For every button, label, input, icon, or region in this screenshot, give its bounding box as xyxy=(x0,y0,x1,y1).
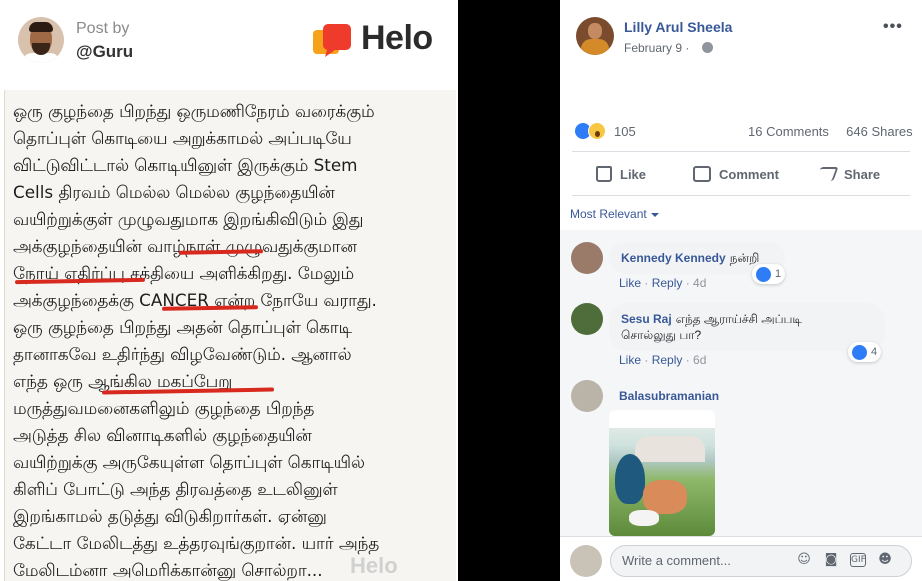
paper-text-line: ஒரு குழந்தை பிறந்து ஒருமணிநேரம் வரைக்கும… xyxy=(13,101,375,121)
share-label: Share xyxy=(844,166,881,182)
commenter-name[interactable]: Balasubramanian xyxy=(619,389,719,403)
comment-text-line2: சொல்லுது பா? xyxy=(621,328,702,342)
author-avatar[interactable] xyxy=(576,17,614,55)
comment-reaction-count: 4 xyxy=(871,346,878,358)
paper-text-line: கிளிப் போட்டு அந்த திரவத்தை உடலினுள் xyxy=(13,479,338,499)
wow-reaction-icon xyxy=(588,122,606,140)
comment-image[interactable] xyxy=(609,410,715,536)
gif-icon[interactable]: GIF xyxy=(850,553,866,567)
comment-time[interactable]: 6d xyxy=(693,353,706,367)
commenter-name[interactable]: Kennedy Kennedy xyxy=(621,251,726,265)
like-reaction-icon xyxy=(756,266,771,282)
current-user-avatar xyxy=(570,545,602,577)
divider xyxy=(572,195,910,196)
paper-text-line: வயிற்றுக்குள் முழுவதுமாக இறங்கிவிடும் இத… xyxy=(13,209,364,229)
paper-text-line: அக்குழந்தையின் வாழ்நாள் முழுவதுக்குமான xyxy=(13,236,357,256)
paper-text-line: மருத்துவமனைகளிலும் குழந்தை பிறந்த xyxy=(13,398,315,418)
write-comment-bar: Write a comment... ☺ ◙ GIF ☻ xyxy=(560,536,922,581)
author-name[interactable]: Lilly Arul Sheela xyxy=(624,19,732,35)
more-options-icon[interactable]: ••• xyxy=(883,18,903,36)
shares-count[interactable]: 646 Shares xyxy=(846,124,913,139)
commenter-avatar[interactable] xyxy=(571,242,603,274)
share-button[interactable]: Share xyxy=(815,158,881,190)
caret-down-icon xyxy=(650,212,659,217)
share-icon xyxy=(815,167,839,181)
post-by-label: Post by xyxy=(76,20,130,37)
helo-logo-icon xyxy=(313,24,351,57)
text-paper: ஒரு குழந்தை பிறந்து ஒருமணிநேரம் வரைக்கும… xyxy=(4,90,456,581)
emoji-icon[interactable]: ☺ xyxy=(796,552,812,568)
comment-like-link[interactable]: Like xyxy=(619,276,641,290)
paper-text-line: Cells திரவம் மெல்ல மெல்ல குழந்தையின் xyxy=(13,182,335,202)
comment-reply-link[interactable]: Reply xyxy=(652,276,683,290)
comment-time[interactable]: 4d xyxy=(693,276,706,290)
commenter-avatar[interactable] xyxy=(571,303,603,335)
comment-reply-link[interactable]: Reply xyxy=(652,353,683,367)
comment-reaction-count: 1 xyxy=(775,268,782,280)
comment-reactions[interactable]: 4 xyxy=(848,342,882,362)
helo-header: Post by @Guru Helo xyxy=(0,0,458,84)
divider xyxy=(572,151,910,152)
comment-share-counts: 16 Comments 646 Shares xyxy=(748,124,913,139)
commenter-avatar[interactable] xyxy=(571,380,603,412)
comment-sort-dropdown[interactable]: Most Relevant xyxy=(570,207,659,221)
comment-input[interactable]: Write a comment... xyxy=(610,545,912,577)
comment-text: நன்றி xyxy=(729,251,760,265)
paper-text-line: வயிற்றுக்கு அருகேயுள்ள தொப்புள் கொடியில் xyxy=(13,452,365,472)
commenter-name[interactable]: Sesu Raj xyxy=(621,312,672,326)
screen: Post by @Guru Helo ஒரு குழந்தை பிறந்து ஒ… xyxy=(0,0,922,581)
globe-icon xyxy=(702,42,713,53)
image-header-strip xyxy=(609,410,715,428)
comment-bubble: Sesu Raj எந்த ஆராய்ச்சி அப்படி சொல்லுது ப… xyxy=(609,303,885,351)
paper-text-line: அக்குழந்தைக்கு CANCER என்ற நோயே வராது. xyxy=(13,290,377,310)
paper-text-line: தானாகவே உதிர்ந்து விழவேண்டும். ஆனால் xyxy=(13,344,352,364)
helo-user-avatar xyxy=(18,17,64,63)
post-image[interactable]: Post by @Guru Helo ஒரு குழந்தை பிறந்து ஒ… xyxy=(0,0,458,581)
comment-text: எந்த ஆராய்ச்சி அப்படி xyxy=(675,312,802,326)
paper-text-line: தொப்புள் கொடியை அறுக்காமல் அப்படியே xyxy=(13,128,352,148)
comment-button[interactable]: Comment xyxy=(693,158,779,190)
sticker-icon[interactable]: ☻ xyxy=(877,552,893,568)
like-label: Like xyxy=(620,166,647,182)
paper-text: ஒரு குழந்தை பிறந்து ஒருமணிநேரம் வரைக்கும… xyxy=(13,98,453,581)
thumbs-up-icon xyxy=(596,166,612,182)
like-reaction-icon xyxy=(852,344,867,360)
post-date[interactable]: February 9 · xyxy=(624,41,689,55)
camera-icon[interactable]: ◙ xyxy=(823,552,839,568)
paper-text-line: அடுத்த சில வினாடிகளில் குழந்தையின் xyxy=(13,425,312,445)
comments-count[interactable]: 16 Comments xyxy=(748,124,829,139)
comment-meta: Like · Reply · 6d xyxy=(619,353,707,367)
figure-shape xyxy=(643,480,687,514)
helo-brand: Helo xyxy=(361,19,433,57)
comment-meta: Like · Reply · 4d xyxy=(619,276,707,290)
facebook-post: Lilly Arul Sheela February 9 · ••• 105 1… xyxy=(560,0,922,581)
paper-text-line: விட்டுவிட்டால் கொடியினுள் இருக்கும் Stem xyxy=(13,155,358,175)
comment-reactions[interactable]: 1 xyxy=(752,264,786,284)
comment-sort-label: Most Relevant xyxy=(570,207,647,221)
helo-watermark: Helo xyxy=(350,553,398,578)
like-button[interactable]: Like xyxy=(596,158,646,190)
cow-shape xyxy=(629,510,659,526)
peacock-shape xyxy=(615,454,645,504)
comment-like-link[interactable]: Like xyxy=(619,353,641,367)
post-handle: @Guru xyxy=(76,42,134,61)
paper-text-line: இறங்காமல் தடுத்து விடுகிறார்கள். ஏன்னு xyxy=(13,506,327,526)
comment-label: Comment xyxy=(719,166,779,182)
comment-icon xyxy=(693,166,711,182)
paper-text-line: ஒரு குழந்தை பிறந்து அதன் தொப்புள் கொடி xyxy=(13,317,352,337)
reaction-count[interactable]: 105 xyxy=(614,124,636,139)
temple-shape xyxy=(635,436,705,462)
